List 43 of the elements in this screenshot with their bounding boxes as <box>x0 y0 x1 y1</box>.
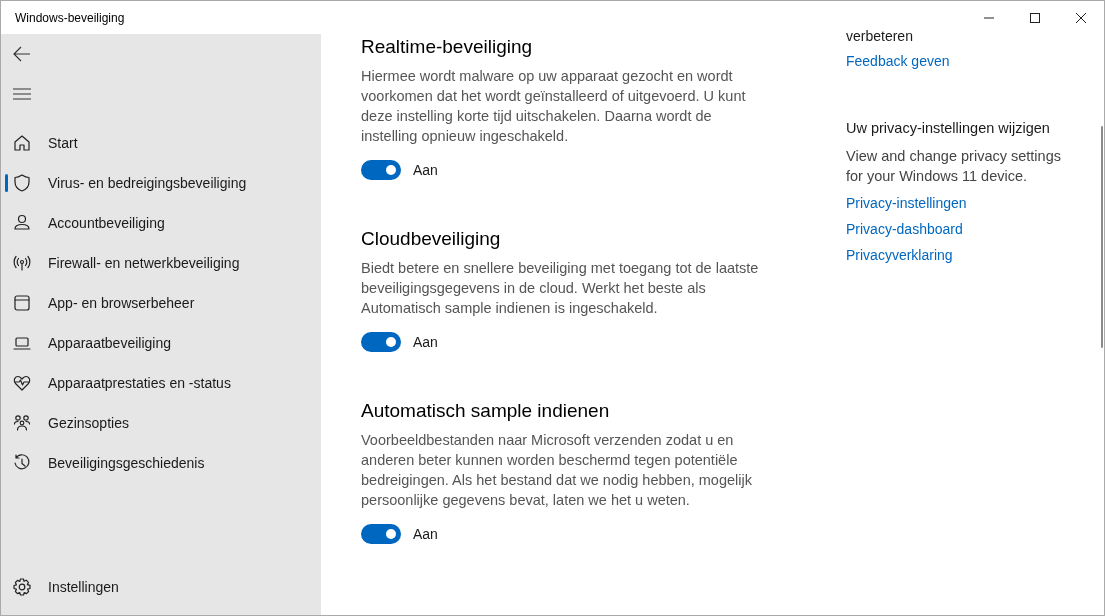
privacy-link[interactable]: Privacy-instellingen <box>846 190 967 216</box>
window-title: Windows-beveiliging <box>15 10 126 25</box>
toggle-label: Aan <box>413 526 438 542</box>
nav-item[interactable]: Apparaatprestaties en -status <box>1 363 321 403</box>
heartbeat-icon <box>12 373 32 393</box>
scrollbar[interactable] <box>1101 126 1103 348</box>
person-icon <box>12 213 32 233</box>
close-icon[interactable] <box>1075 11 1087 24</box>
nav-item[interactable]: Virus- en bedreigingsbeveiliging <box>1 163 321 203</box>
section-heading: Uw privacy-instellingen wijzigen <box>846 120 1051 136</box>
toggle-label: Aan <box>413 162 438 178</box>
back-arrow-icon[interactable] <box>12 44 32 64</box>
home-icon <box>12 133 32 153</box>
nav-item[interactable]: Gezinsopties <box>1 403 321 443</box>
section-heading: Realtime-beveiliging <box>361 36 534 58</box>
nav-item[interactable]: Firewall- en netwerkbeveiliging <box>1 243 321 283</box>
nav-item[interactable]: Start <box>1 123 321 163</box>
nav-item[interactable]: Apparaatbeveiliging <box>1 323 321 363</box>
privacy-link[interactable]: Privacy-dashboard <box>846 216 963 242</box>
maximize-icon[interactable] <box>1029 11 1041 24</box>
app-window-icon <box>12 293 32 313</box>
toggle-switch[interactable] <box>361 160 401 180</box>
menu-icon[interactable] <box>12 86 32 102</box>
privacy-link[interactable]: Privacyverklaring <box>846 242 953 268</box>
shield-icon <box>12 173 32 193</box>
nav-item[interactable]: Accountbeveiliging <box>1 203 321 243</box>
feedback-link[interactable]: Feedback geven <box>846 48 950 74</box>
toggle-switch[interactable] <box>361 332 401 352</box>
toggle-switch[interactable] <box>361 524 401 544</box>
toggle-label: Aan <box>413 334 438 350</box>
section-text: verbeteren <box>846 28 913 44</box>
section-description: Voorbeeldbestanden naar Microsoft verzenden zodat u en anderen beter kunnen worden beschermd tegen potentiële bedreigingen. Als het bestand dat we nodig hebben, mogelijk persoonlijke gegevens bevat, laten we het u weten. <box>361 431 753 510</box>
section-heading: Automatisch sample indienen <box>361 400 611 422</box>
section-description: Hiermee wordt malware op uw apparaat gezocht en wordt voorkomen dat het wordt geïnstalleerd of uitgevoerd. U kunt deze instelling korte tijd uitschakelen. Daarna wordt de instelling opnieuw ingeschakeld. <box>361 67 747 146</box>
nav-item[interactable]: App- en browserbeheer <box>1 283 321 323</box>
antenna-icon <box>12 253 32 273</box>
section-description: Biedt betere en snellere beveiliging met toegang tot de laatste beveiligingsgegevens in de cloud. Werkt het beste als Automatisch sample indienen is ingeschakeld. <box>361 259 760 318</box>
section-heading: Cloudbeveiliging <box>361 228 502 250</box>
section-description: View and change privacy settings for your Windows 11 device. <box>846 147 1062 186</box>
settings-nav-item[interactable]: Instellingen <box>1 567 321 607</box>
family-icon <box>12 413 32 433</box>
nav-item[interactable]: Beveiligingsgeschiedenis <box>1 443 321 483</box>
settings-icon <box>12 577 32 597</box>
